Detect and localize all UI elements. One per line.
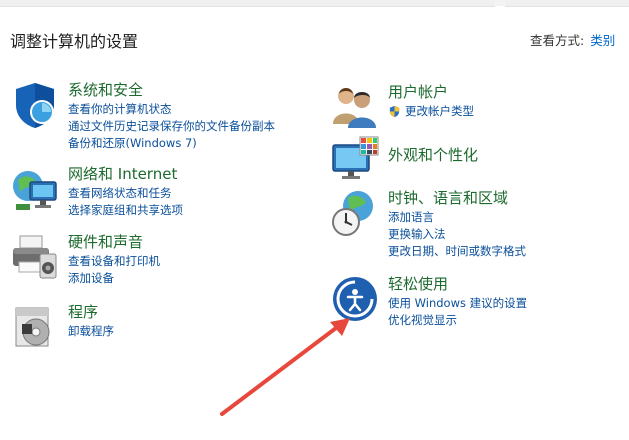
view-by-dropdown[interactable]: 类别 [590, 33, 615, 48]
page-title: 调整计算机的设置 [10, 32, 139, 51]
network-title[interactable]: 网络和 Internet [68, 164, 183, 184]
search-box[interactable] [505, 0, 629, 7]
network-globe-icon[interactable] [10, 164, 60, 214]
uninstall-program-link[interactable]: 卸载程序 [68, 323, 114, 340]
change-input-method-link[interactable]: 更换输入法 [388, 226, 526, 243]
programs-title[interactable]: 程序 [68, 302, 114, 322]
users-icon[interactable] [330, 82, 380, 132]
devices-printers-link[interactable]: 查看设备和打印机 [68, 253, 160, 270]
view-by-label: 查看方式: [530, 33, 585, 48]
system-security-title[interactable]: 系统和安全 [68, 80, 275, 100]
appearance-title[interactable]: 外观和个性化 [388, 145, 478, 165]
address-bar[interactable] [0, 0, 495, 7]
change-account-type-text: 更改帐户类型 [405, 104, 474, 118]
printer-icon[interactable] [10, 232, 60, 282]
backup-restore-link[interactable]: 备份和还原(Windows 7) [68, 135, 275, 152]
recommended-settings-link[interactable]: 使用 Windows 建议的设置 [388, 295, 527, 312]
file-history-link[interactable]: 通过文件历史记录保存你的文件备份副本 [68, 118, 275, 135]
change-account-type-link[interactable]: 更改帐户类型 [388, 103, 474, 120]
view-by: 查看方式: 类别 [530, 30, 615, 49]
ease-access-title[interactable]: 轻松使用 [388, 274, 527, 294]
clock-region-title[interactable]: 时钟、语言和区域 [388, 188, 526, 208]
network-status-link[interactable]: 查看网络状态和任务 [68, 185, 183, 202]
optimize-visual-display-link[interactable]: 优化视觉显示 [388, 312, 527, 329]
add-language-link[interactable]: 添加语言 [388, 209, 526, 226]
ease-of-access-icon[interactable] [330, 274, 380, 324]
add-device-link[interactable]: 添加设备 [68, 270, 160, 287]
top-toolbar [0, 0, 629, 7]
homegroup-sharing-link[interactable]: 选择家庭组和共享选项 [68, 202, 183, 219]
appearance-monitor-icon[interactable] [330, 135, 380, 185]
clock-globe-icon[interactable] [330, 188, 380, 238]
uac-shield-icon [389, 105, 400, 118]
view-computer-status-link[interactable]: 查看你的计算机状态 [68, 101, 275, 118]
change-date-time-format-link[interactable]: 更改日期、时间或数字格式 [388, 243, 526, 260]
hardware-title[interactable]: 硬件和声音 [68, 232, 160, 252]
user-accounts-title[interactable]: 用户帐户 [388, 82, 474, 102]
red-arrow-annotation [220, 318, 350, 416]
shield-icon[interactable] [10, 80, 60, 130]
programs-disc-icon[interactable] [10, 302, 60, 352]
